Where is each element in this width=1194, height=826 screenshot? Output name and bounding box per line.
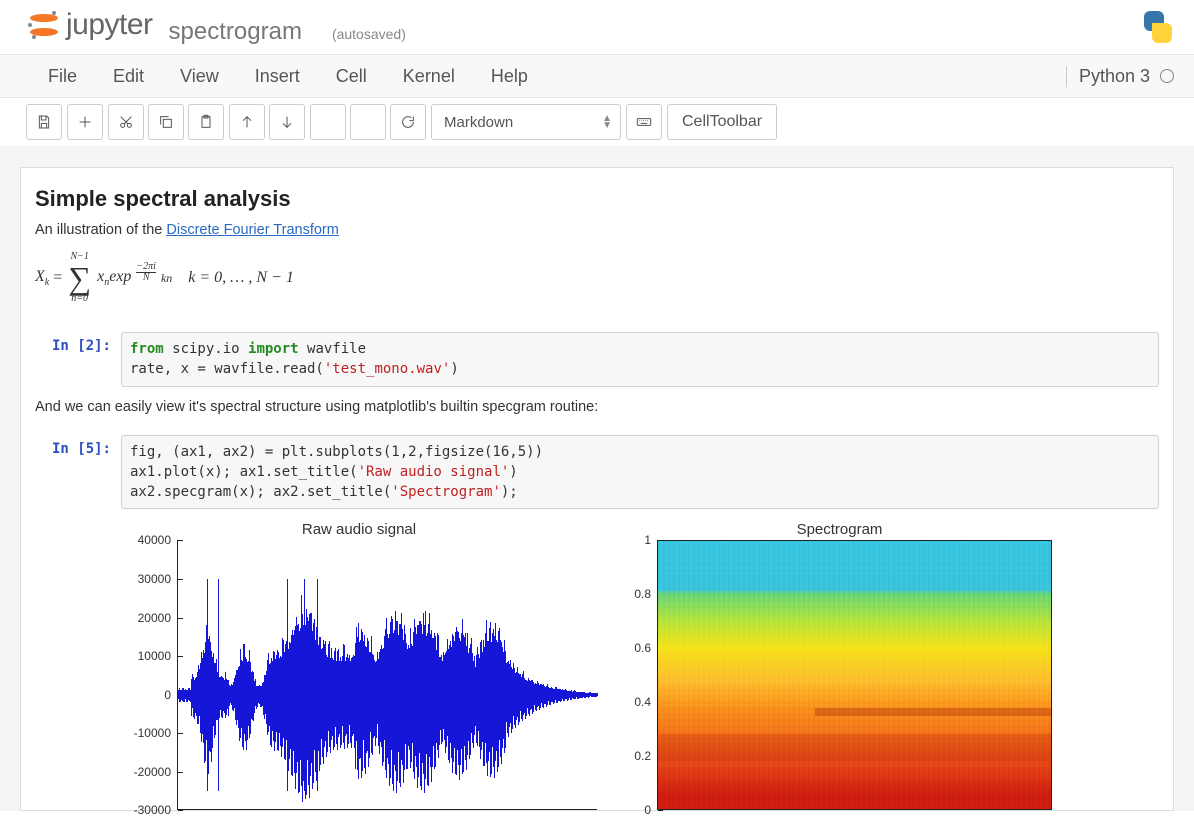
ytick: 1 <box>644 533 657 547</box>
menu-kernel[interactable]: Kernel <box>385 56 473 97</box>
paste-button[interactable] <box>188 104 224 140</box>
restart-icon <box>400 114 416 130</box>
plot-raw-audio: Raw audio signal 40000 30000 20000 10000… <box>121 521 597 810</box>
ytick: 0.4 <box>634 695 657 709</box>
select-arrows-icon: ▲▼ <box>602 115 612 129</box>
menu-cell[interactable]: Cell <box>318 56 385 97</box>
menu-help[interactable]: Help <box>473 56 546 97</box>
menu-bar: File Edit View Insert Cell Kernel Help P… <box>0 54 1194 98</box>
jupyter-logo[interactable]: jupyter <box>30 8 153 42</box>
keyboard-icon <box>636 114 652 130</box>
command-palette-button[interactable] <box>626 104 662 140</box>
plot-title: Raw audio signal <box>121 521 597 538</box>
ytick: -20000 <box>134 765 177 779</box>
markdown-cell[interactable]: Simple spectral analysis An illustration… <box>35 186 1159 332</box>
move-up-button[interactable] <box>229 104 265 140</box>
menu-file[interactable]: File <box>30 56 95 97</box>
kernel-idle-icon <box>1160 69 1174 83</box>
code-input-area[interactable]: fig, (ax1, ax2) = plt.subplots(1,2,figsi… <box>121 435 1159 510</box>
copy-icon <box>158 114 174 130</box>
ytick: 0.2 <box>634 749 657 763</box>
plot-spectrogram: Spectrogram 1 0.8 0.6 0.4 0.2 0 <box>627 521 1052 810</box>
plot-title: Spectrogram <box>627 521 1052 538</box>
menu-view[interactable]: View <box>162 56 237 97</box>
cell-toolbar-button[interactable]: CellToolbar <box>667 104 777 140</box>
tool-bar: Markdown ▲▼ CellToolbar <box>0 98 1194 147</box>
add-cell-button[interactable] <box>67 104 103 140</box>
ytick: 0 <box>644 803 657 817</box>
menu-edit[interactable]: Edit <box>95 56 162 97</box>
interrupt-button[interactable] <box>350 104 386 140</box>
jupyter-logo-text: jupyter <box>66 8 153 42</box>
plot-axes <box>657 540 1052 810</box>
code-cell[interactable]: In [2]: from scipy.io import wavfile rat… <box>35 332 1159 387</box>
autosave-status: (autosaved) <box>332 26 406 42</box>
stop-icon <box>360 114 376 130</box>
cell-type-value: Markdown <box>444 114 513 131</box>
input-prompt: In [2]: <box>35 332 121 387</box>
jupyter-logo-icon <box>30 11 58 39</box>
dft-formula: Xk = N−1 ∑ n=0 xnexp −2πiN kn k = 0, … ,… <box>35 244 1159 318</box>
arrow-up-icon <box>239 114 255 130</box>
code-cell[interactable]: In [5]: fig, (ax1, ax2) = plt.subplots(1… <box>35 435 1159 510</box>
ytick: 30000 <box>138 572 177 586</box>
menu-insert[interactable]: Insert <box>237 56 318 97</box>
input-prompt: In [5]: <box>35 435 121 510</box>
waveform-trace <box>178 540 597 809</box>
step-forward-icon <box>320 114 336 130</box>
ytick: 0.6 <box>634 641 657 655</box>
arrow-down-icon <box>279 114 295 130</box>
notebook-name[interactable]: spectrogram <box>169 18 302 46</box>
python-logo-icon <box>1142 11 1174 43</box>
markdown-cell[interactable]: And we can easily view it's spectral str… <box>35 399 1159 435</box>
kernel-name: Python 3 <box>1079 66 1150 87</box>
run-button[interactable] <box>310 104 346 140</box>
notebook-container: Simple spectral analysis An illustration… <box>20 167 1174 811</box>
copy-button[interactable] <box>148 104 184 140</box>
intro-paragraph: An illustration of the Discrete Fourier … <box>35 222 1159 238</box>
plus-icon <box>77 114 93 130</box>
ytick: 0.8 <box>634 587 657 601</box>
ytick: 0 <box>164 688 177 702</box>
notebook-header: jupyter spectrogram (autosaved) <box>0 0 1194 54</box>
ytick: 10000 <box>138 649 177 663</box>
save-icon <box>36 114 52 130</box>
ytick: -30000 <box>134 803 177 817</box>
move-down-button[interactable] <box>269 104 305 140</box>
ytick: -10000 <box>134 726 177 740</box>
code-input-area[interactable]: from scipy.io import wavfile rate, x = w… <box>121 332 1159 387</box>
ytick: 20000 <box>138 611 177 625</box>
save-button[interactable] <box>26 104 62 140</box>
cut-button[interactable] <box>108 104 144 140</box>
plot-axes <box>177 540 597 810</box>
kernel-indicator: Python 3 <box>1066 66 1174 87</box>
restart-button[interactable] <box>390 104 426 140</box>
notebook-scroll-area[interactable]: Simple spectral analysis An illustration… <box>0 147 1194 811</box>
ytick: 40000 <box>138 533 177 547</box>
cut-icon <box>118 114 134 130</box>
specgram-intro-text: And we can easily view it's spectral str… <box>35 399 1159 415</box>
cell-type-select[interactable]: Markdown ▲▼ <box>431 104 621 140</box>
heading-spectral-analysis: Simple spectral analysis <box>35 186 1159 212</box>
paste-icon <box>198 114 214 130</box>
dft-link[interactable]: Discrete Fourier Transform <box>166 222 338 238</box>
cell-output: Raw audio signal 40000 30000 20000 10000… <box>35 521 1159 810</box>
